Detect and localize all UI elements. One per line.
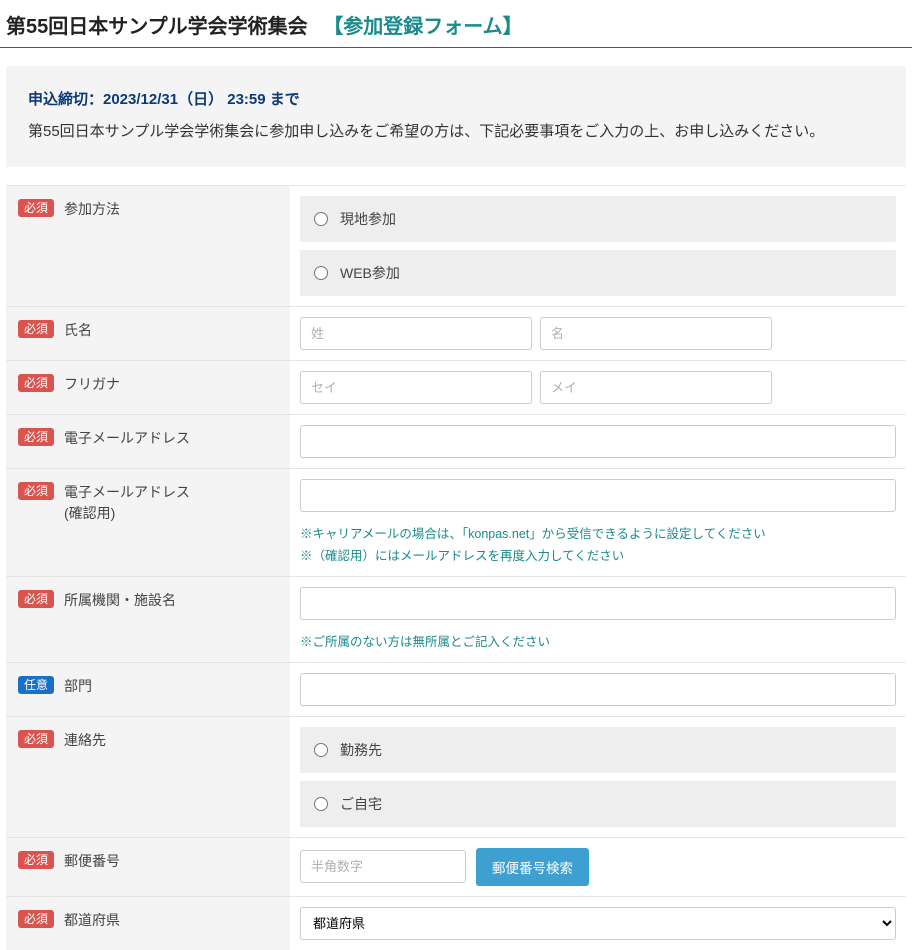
radio-onsite-input[interactable] — [314, 212, 328, 226]
radio-home-label: ご自宅 — [340, 794, 382, 814]
label-zip: 郵便番号 — [64, 851, 120, 872]
hint-org: ※ご所属のない方は無所属とご記入ください — [300, 632, 896, 652]
label-col: 必須 都道府県 — [6, 897, 290, 950]
radio-contact-home[interactable]: ご自宅 — [300, 781, 896, 827]
email-confirm-input[interactable] — [300, 479, 896, 512]
radio-work-label: 勤務先 — [340, 740, 382, 760]
hint-email1: ※キャリアメールの場合は、「konpas.net」から受信できるように設定してく… — [300, 524, 896, 544]
required-badge: 必須 — [18, 320, 54, 338]
optional-badge: 任意 — [18, 676, 54, 694]
input-col — [290, 415, 906, 468]
input-col — [290, 361, 906, 414]
label-method: 参加方法 — [64, 199, 120, 220]
label-contact: 連絡先 — [64, 730, 106, 751]
radio-method-onsite[interactable]: 現地参加 — [300, 196, 896, 242]
page-title: 第55回日本サンプル学会学術集会 【参加登録フォーム】 — [0, 0, 912, 48]
name-pair — [300, 317, 896, 350]
input-col: 都道府県 — [290, 897, 906, 950]
required-badge: 必須 — [18, 730, 54, 748]
label-col: 必須 郵便番号 — [6, 838, 290, 896]
label-col: 必須 連絡先 — [6, 717, 290, 837]
input-col: 郵便番号検索 — [290, 838, 906, 896]
label-col: 任意 部門 — [6, 663, 290, 716]
row-method: 必須 参加方法 現地参加 WEB参加 — [6, 186, 906, 307]
hint-email2: ※（確認用）にはメールアドレスを再度入力してください — [300, 546, 896, 566]
radio-web-label: WEB参加 — [340, 263, 400, 283]
label-col: 必須 電子メールアドレス — [6, 415, 290, 468]
deadline-text: 申込締切：2023/12/31（日） 23:59 まで — [28, 88, 884, 109]
required-badge: 必須 — [18, 199, 54, 217]
lastname-kana-input[interactable] — [300, 371, 532, 404]
label-org: 所属機関・施設名 — [64, 590, 176, 611]
notice-box: 申込締切：2023/12/31（日） 23:59 まで 第55回日本サンプル学会… — [6, 66, 906, 167]
required-badge: 必須 — [18, 428, 54, 446]
firstname-kana-input[interactable] — [540, 371, 772, 404]
radio-home-input[interactable] — [314, 797, 328, 811]
radio-contact-work[interactable]: 勤務先 — [300, 727, 896, 773]
label-kana: フリガナ — [64, 374, 120, 395]
row-contact: 必須 連絡先 勤務先 ご自宅 — [6, 717, 906, 838]
required-badge: 必須 — [18, 910, 54, 928]
input-col — [290, 307, 906, 360]
input-col: 現地参加 WEB参加 — [290, 186, 906, 306]
input-col: ※ご所属のない方は無所属とご記入ください — [290, 577, 906, 662]
input-col: ※キャリアメールの場合は、「konpas.net」から受信できるように設定してく… — [290, 469, 906, 576]
label-dept: 部門 — [64, 676, 92, 697]
kana-pair — [300, 371, 896, 404]
pref-select[interactable]: 都道府県 — [300, 907, 896, 940]
label-col: 必須 フリガナ — [6, 361, 290, 414]
zip-search-button[interactable]: 郵便番号検索 — [476, 848, 589, 886]
row-kana: 必須 フリガナ — [6, 361, 906, 415]
radio-onsite-label: 現地参加 — [340, 209, 396, 229]
required-badge: 必須 — [18, 590, 54, 608]
required-badge: 必須 — [18, 482, 54, 500]
email-input[interactable] — [300, 425, 896, 458]
input-col — [290, 663, 906, 716]
notice-text: 第55回日本サンプル学会学術集会に参加申し込みをご希望の方は、下記必要事項をご入… — [28, 119, 884, 145]
dept-input[interactable] — [300, 673, 896, 706]
label-col: 必須 氏名 — [6, 307, 290, 360]
row-email: 必須 電子メールアドレス — [6, 415, 906, 469]
label-name: 氏名 — [64, 320, 92, 341]
row-email-confirm: 必須 電子メールアドレス (確認用) ※キャリアメールの場合は、「konpas.… — [6, 469, 906, 577]
zip-input[interactable] — [300, 850, 466, 883]
required-badge: 必須 — [18, 851, 54, 869]
required-badge: 必須 — [18, 374, 54, 392]
row-dept: 任意 部門 — [6, 663, 906, 717]
title-sub: 【参加登録フォーム】 — [323, 16, 522, 38]
lastname-input[interactable] — [300, 317, 532, 350]
label-col: 必須 参加方法 — [6, 186, 290, 306]
label-email: 電子メールアドレス — [64, 428, 190, 449]
row-org: 必須 所属機関・施設名 ※ご所属のない方は無所属とご記入ください — [6, 577, 906, 663]
org-input[interactable] — [300, 587, 896, 620]
title-main: 第55回日本サンプル学会学術集会 — [6, 16, 308, 38]
zip-row: 郵便番号検索 — [300, 848, 896, 886]
radio-method-web[interactable]: WEB参加 — [300, 250, 896, 296]
row-zip: 必須 郵便番号 郵便番号検索 — [6, 838, 906, 897]
row-name: 必須 氏名 — [6, 307, 906, 361]
radio-work-input[interactable] — [314, 743, 328, 757]
radio-web-input[interactable] — [314, 266, 328, 280]
label-pref: 都道府県 — [64, 910, 120, 931]
firstname-input[interactable] — [540, 317, 772, 350]
label-col: 必須 所属機関・施設名 — [6, 577, 290, 662]
form: 必須 参加方法 現地参加 WEB参加 必須 氏名 — [6, 185, 906, 950]
label-email-confirm: 電子メールアドレス (確認用) — [64, 482, 190, 524]
input-col: 勤務先 ご自宅 — [290, 717, 906, 837]
row-pref: 必須 都道府県 都道府県 — [6, 897, 906, 950]
label-col: 必須 電子メールアドレス (確認用) — [6, 469, 290, 576]
